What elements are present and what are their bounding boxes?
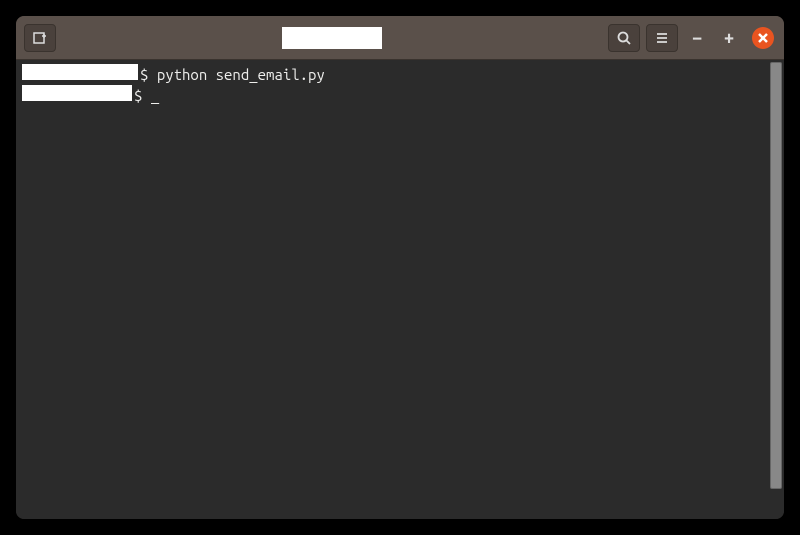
- cursor: [142, 86, 150, 106]
- terminal-body[interactable]: $ python send_email.py $ _: [16, 60, 784, 519]
- menu-button[interactable]: [646, 24, 678, 52]
- close-icon: [758, 33, 768, 43]
- minimize-button[interactable]: −: [684, 25, 710, 51]
- title-field: [282, 27, 382, 49]
- titlebar: − +: [16, 16, 784, 60]
- cursor: _: [151, 86, 159, 106]
- redacted-hostname: [22, 85, 132, 101]
- minimize-icon: −: [692, 28, 702, 48]
- new-tab-button[interactable]: [24, 24, 56, 52]
- terminal-line: $ python send_email.py: [22, 64, 764, 85]
- new-tab-icon: [32, 30, 48, 46]
- search-icon: [616, 30, 632, 46]
- redacted-hostname: [22, 64, 138, 80]
- prompt-symbol: $: [140, 65, 148, 85]
- scrollbar[interactable]: [770, 62, 782, 489]
- terminal-content[interactable]: $ python send_email.py $ _: [16, 60, 770, 519]
- maximize-icon: +: [724, 28, 734, 48]
- terminal-line: $ _: [22, 85, 764, 106]
- close-button[interactable]: [752, 27, 774, 49]
- command-text: [148, 65, 156, 85]
- terminal-window: − + $ python send_email.py $ _: [16, 16, 784, 519]
- hamburger-icon: [654, 30, 670, 46]
- command-text: python send_email.py: [157, 65, 325, 85]
- maximize-button[interactable]: +: [716, 25, 742, 51]
- search-button[interactable]: [608, 24, 640, 52]
- prompt-symbol: $: [134, 86, 142, 106]
